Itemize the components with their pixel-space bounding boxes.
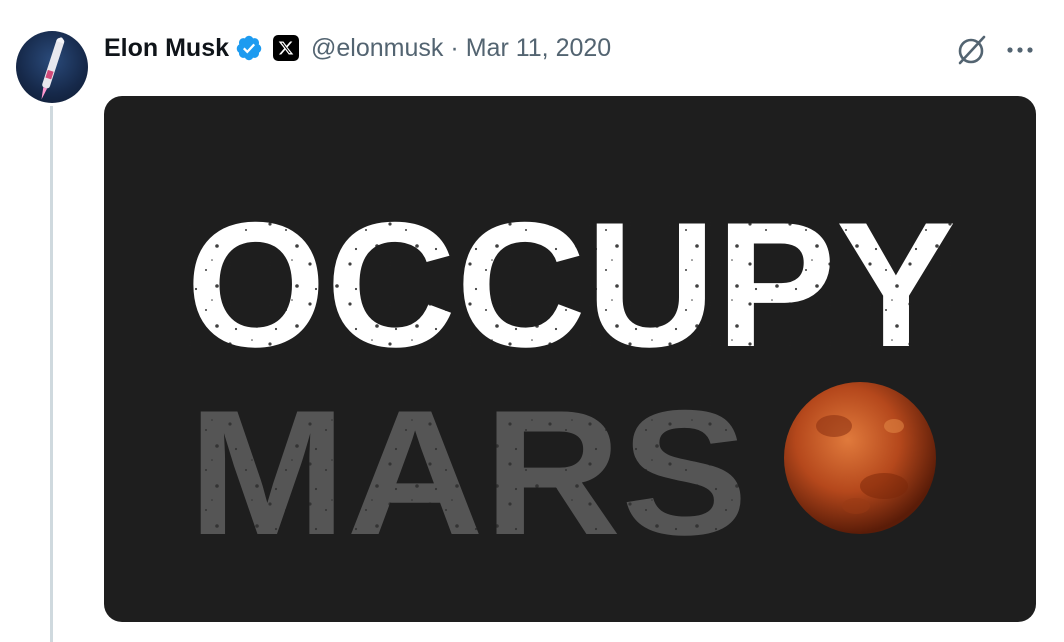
author-handle[interactable]: @elonmusk	[311, 34, 443, 63]
tweet-date[interactable]: Mar 11, 2020	[466, 34, 611, 63]
grok-icon[interactable]	[954, 32, 990, 68]
author-name[interactable]: Elon Musk	[104, 34, 229, 63]
x-logo-icon[interactable]	[273, 35, 300, 61]
tweet-image[interactable]: OCCUPY MARS	[104, 96, 1036, 622]
occupy-text: OCCUPY	[186, 185, 956, 384]
verified-badge-icon[interactable]	[235, 34, 263, 62]
tweet-header: Elon Musk @elonmusk · Mar 11, 2020	[104, 26, 611, 70]
header-separator: ·	[450, 33, 459, 62]
more-icon[interactable]	[1002, 38, 1038, 62]
mars-text: MARS	[188, 373, 748, 572]
thread-connector-line	[50, 106, 53, 642]
mars-planet-icon	[784, 382, 936, 534]
avatar[interactable]	[16, 31, 88, 103]
